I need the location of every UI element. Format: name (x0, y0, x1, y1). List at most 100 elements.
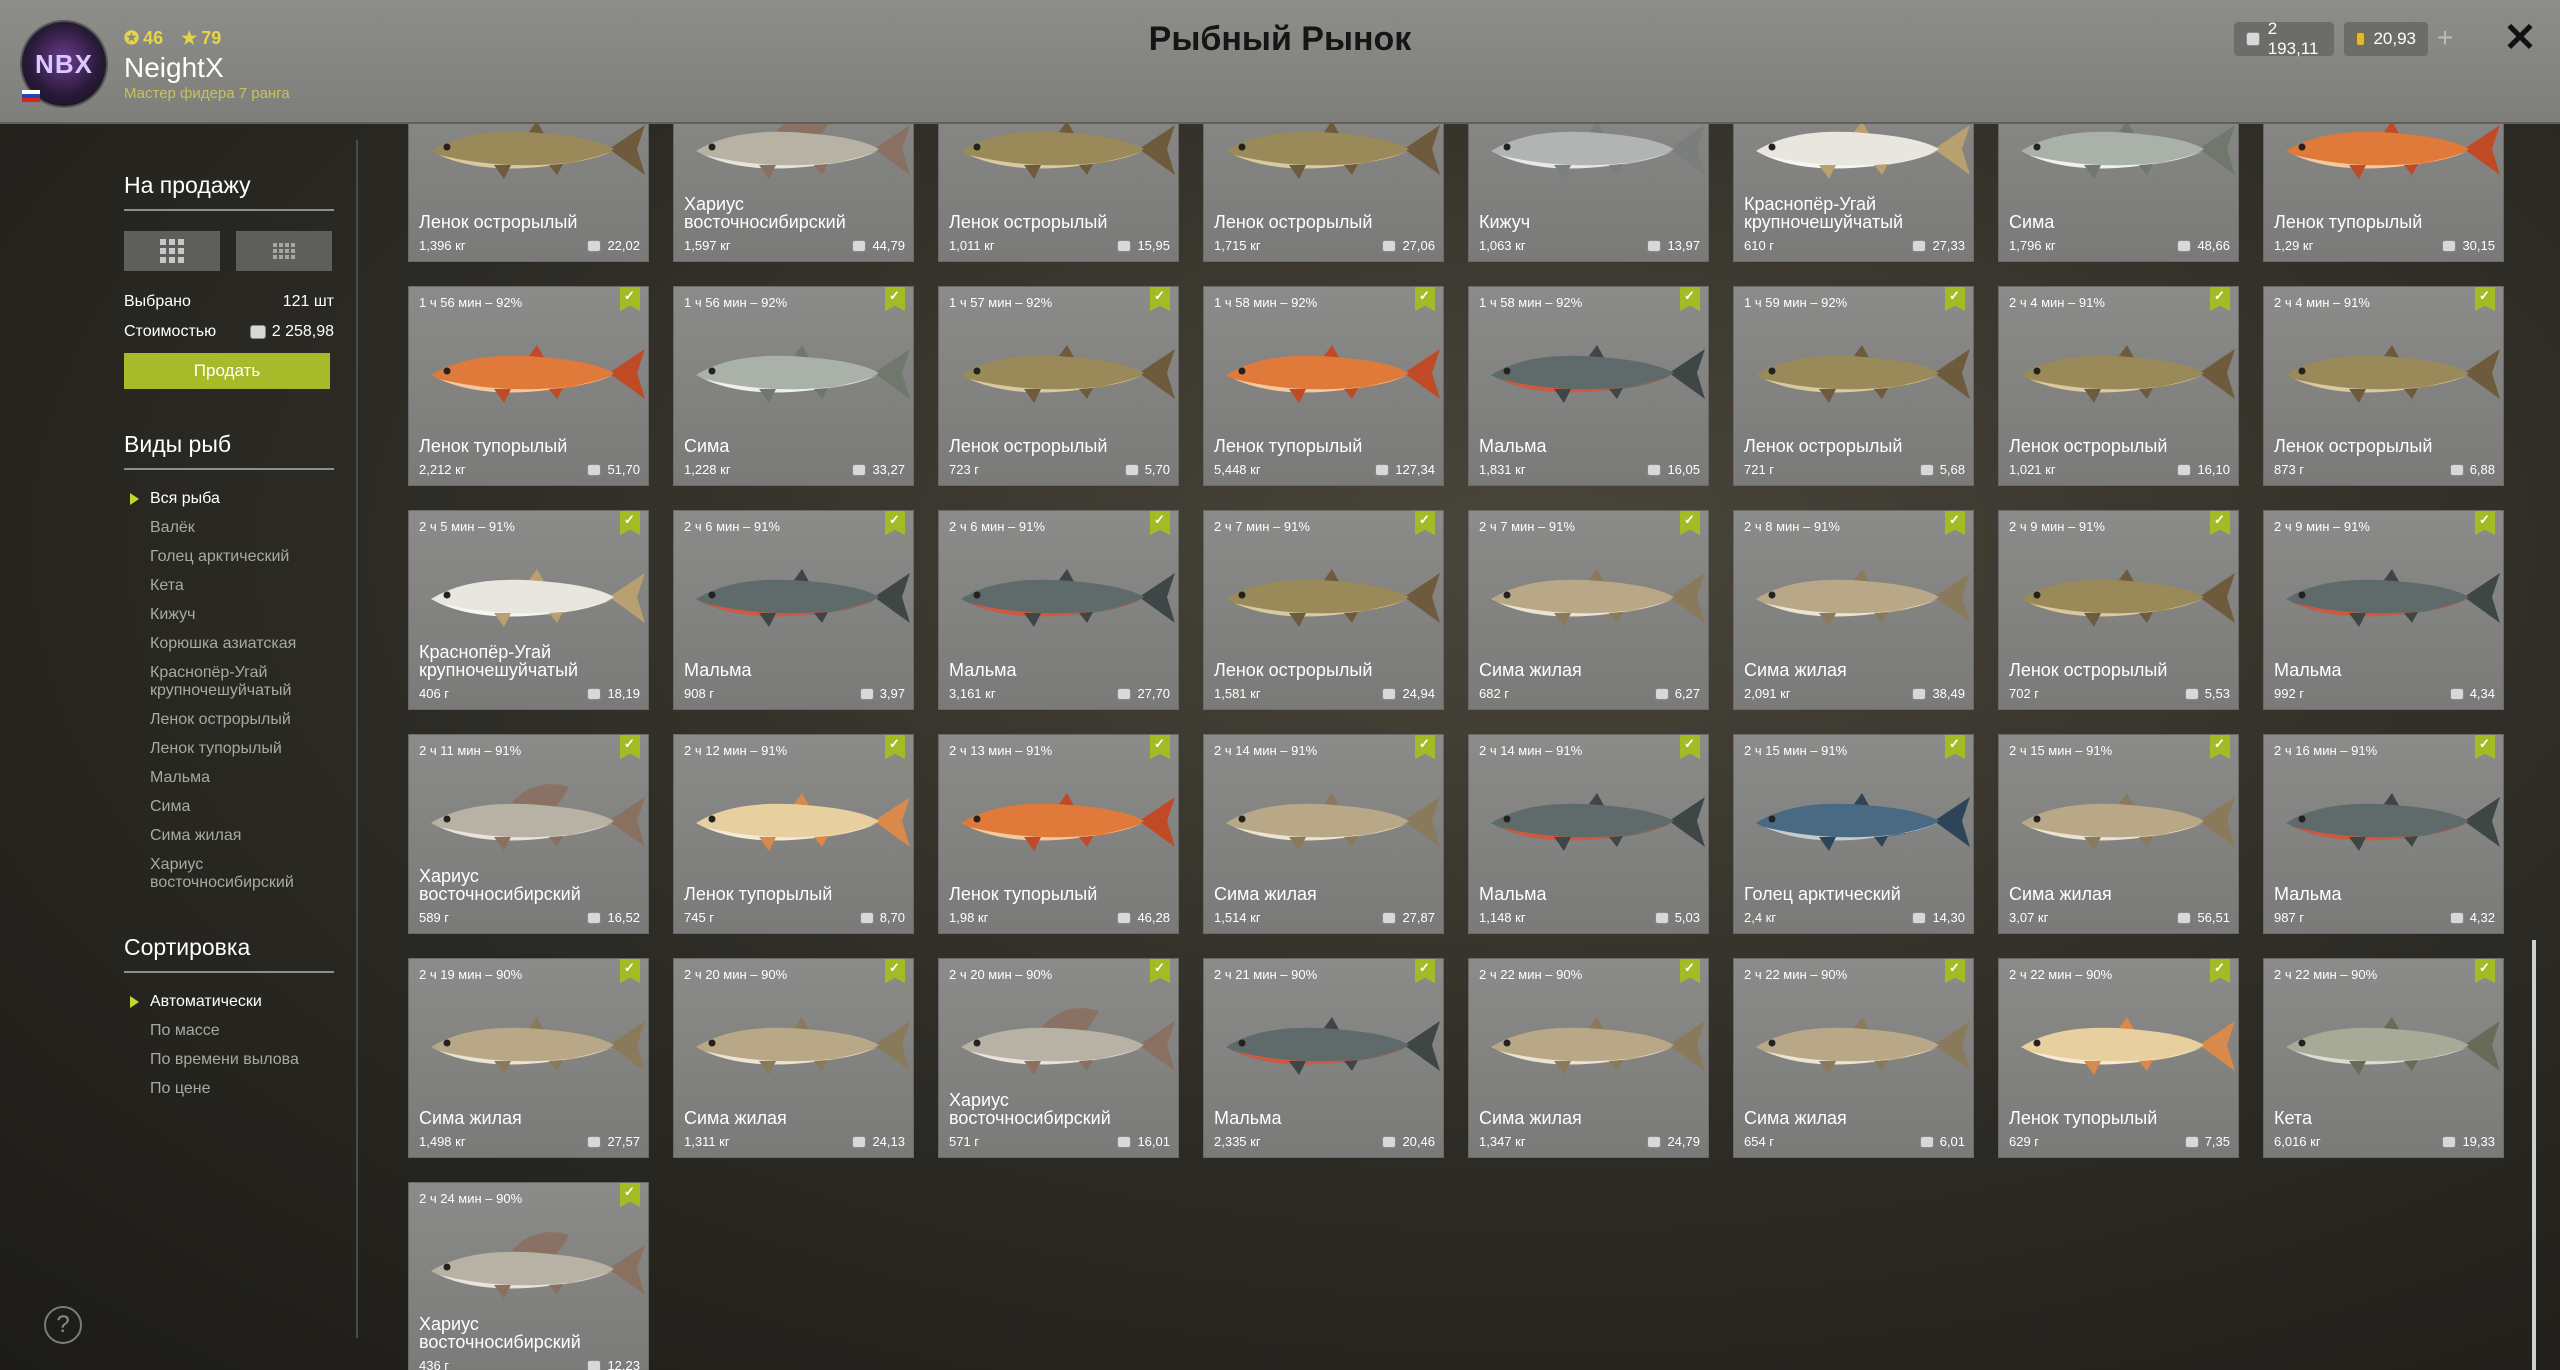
add-gold-button[interactable]: + (2430, 22, 2460, 56)
selected-check-icon[interactable] (1150, 735, 1170, 759)
selected-check-icon[interactable] (620, 735, 640, 759)
fish-card[interactable]: Сима 1,796 кг 48,66 (1998, 124, 2239, 262)
selected-check-icon[interactable] (2210, 735, 2230, 759)
fish-card[interactable]: 2 ч 9 мин – 91% Мальма 992 г 4,34 (2263, 510, 2504, 710)
silver-coin-icon (2449, 687, 2464, 700)
fish-card[interactable]: 2 ч 20 мин – 90% Сима жилая 1,311 кг 24,13 (673, 958, 914, 1158)
fish-card[interactable]: 2 ч 22 мин – 90% Сима жилая 654 г 6,01 (1733, 958, 1974, 1158)
fish-card[interactable]: 2 ч 4 мин – 91% Ленок острорылый 1,021 кг… (1998, 286, 2239, 486)
selected-check-icon[interactable] (1680, 735, 1700, 759)
fish-card[interactable]: 2 ч 8 мин – 91% Сима жилая 2,091 кг 38,49 (1733, 510, 1974, 710)
fish-card[interactable]: 2 ч 15 мин – 91% Голец арктический 2,4 кг… (1733, 734, 1974, 934)
selected-check-icon[interactable] (2210, 287, 2230, 311)
fish-card[interactable]: 2 ч 9 мин – 91% Ленок острорылый 702 г 5,5… (1998, 510, 2239, 710)
fish-card[interactable]: 2 ч 6 мин – 91% Мальма 908 г 3,97 (673, 510, 914, 710)
selected-check-icon[interactable] (2210, 959, 2230, 983)
fish-card[interactable]: 2 ч 13 мин – 91% Ленок тупорылый 1,98 кг 4… (938, 734, 1179, 934)
fish-card[interactable]: 2 ч 14 мин – 91% Мальма 1,148 кг 5,03 (1468, 734, 1709, 934)
fish-card[interactable]: 2 ч 20 мин – 90% Хариус восточносибирски… (938, 958, 1179, 1158)
fish-type-item[interactable]: Хариус восточносибирский (124, 856, 334, 892)
selected-check-icon[interactable] (1945, 287, 1965, 311)
fish-type-item[interactable]: Вся рыба (124, 490, 334, 508)
selected-check-icon[interactable] (620, 511, 640, 535)
large-grid-view-button[interactable] (124, 231, 220, 271)
fish-weight: 654 г (1744, 1134, 1775, 1149)
fish-card[interactable]: 2 ч 12 мин – 91% Ленок тупорылый 745 г 8,7… (673, 734, 914, 934)
fish-card[interactable]: 2 ч 6 мин – 91% Мальма 3,161 кг 27,70 (938, 510, 1179, 710)
fish-card[interactable]: Ленок острорылый 1,011 кг 15,95 (938, 124, 1179, 262)
selected-check-icon[interactable] (2210, 511, 2230, 535)
fish-card[interactable]: 2 ч 22 мин – 90% Кета 6,016 кг 19,33 (2263, 958, 2504, 1158)
help-button[interactable]: ? (44, 1306, 82, 1344)
selected-check-icon[interactable] (885, 735, 905, 759)
fish-type-item[interactable]: Корюшка азиатская (124, 635, 334, 653)
selected-check-icon[interactable] (1415, 511, 1435, 535)
fish-card[interactable]: 2 ч 19 мин – 90% Сима жилая 1,498 кг 27,57 (408, 958, 649, 1158)
fish-type-item[interactable]: Валёк (124, 519, 334, 537)
close-button[interactable]: ✕ (2500, 18, 2540, 58)
selected-check-icon[interactable] (1150, 959, 1170, 983)
fish-card[interactable]: Ленок тупорылый 1,29 кг 30,15 (2263, 124, 2504, 262)
fish-card[interactable]: 2 ч 14 мин – 91% Сима жилая 1,514 кг 27,87 (1203, 734, 1444, 934)
fish-type-item[interactable]: Ленок тупорылый (124, 740, 334, 758)
small-grid-view-button[interactable] (236, 231, 332, 271)
sort-option-item[interactable]: По массе (124, 1022, 334, 1040)
selected-check-icon[interactable] (885, 959, 905, 983)
selected-check-icon[interactable] (620, 1183, 640, 1207)
fish-card[interactable]: 1 ч 56 мин – 92% Ленок тупорылый 2,212 кг… (408, 286, 649, 486)
fish-card[interactable]: Кижуч 1,063 кг 13,97 (1468, 124, 1709, 262)
fish-type-item[interactable]: Кижуч (124, 606, 334, 624)
fish-card[interactable]: 2 ч 16 мин – 91% Мальма 987 г 4,32 (2263, 734, 2504, 934)
fish-type-item[interactable]: Голец арктический (124, 548, 334, 566)
fish-card[interactable]: 1 ч 58 мин – 92% Ленок тупорылый 5,448 кг… (1203, 286, 1444, 486)
selected-check-icon[interactable] (1945, 511, 1965, 535)
sell-button[interactable]: Продать (124, 353, 330, 389)
fish-card[interactable]: 2 ч 22 мин – 90% Сима жилая 1,347 кг 24,79 (1468, 958, 1709, 1158)
selected-check-icon[interactable] (2475, 511, 2495, 535)
sort-option-item[interactable]: Автоматически (124, 993, 334, 1011)
fish-card[interactable]: 2 ч 7 мин – 91% Ленок острорылый 1,581 кг… (1203, 510, 1444, 710)
selected-check-icon[interactable] (1150, 287, 1170, 311)
fish-type-item[interactable]: Краснопёр-Угай крупночешуйчатый (124, 664, 334, 700)
fish-card[interactable]: 2 ч 15 мин – 91% Сима жилая 3,07 кг 56,51 (1998, 734, 2239, 934)
sort-option-item[interactable]: По цене (124, 1080, 334, 1098)
fish-card[interactable]: 1 ч 57 мин – 92% Ленок острорылый 723 г 5,… (938, 286, 1179, 486)
fish-card[interactable]: Ленок острорылый 1,715 кг 27,06 (1203, 124, 1444, 262)
fish-card[interactable]: 2 ч 4 мин – 91% Ленок острорылый 873 г 6,8… (2263, 286, 2504, 486)
fish-card[interactable]: 2 ч 7 мин – 91% Сима жилая 682 г 6,27 (1468, 510, 1709, 710)
selected-check-icon[interactable] (1945, 959, 1965, 983)
fish-card[interactable]: 2 ч 5 мин – 91% Краснопёр-Угай крупночеш… (408, 510, 649, 710)
fish-card[interactable]: 2 ч 11 мин – 91% Хариус восточносибирски… (408, 734, 649, 934)
fish-type-item[interactable]: Сима (124, 798, 334, 816)
fish-type-item[interactable]: Ленок острорылый (124, 711, 334, 729)
selected-check-icon[interactable] (2475, 959, 2495, 983)
selected-check-icon[interactable] (1945, 735, 1965, 759)
scrollbar[interactable] (2532, 940, 2536, 1370)
selected-check-icon[interactable] (1680, 511, 1700, 535)
selected-check-icon[interactable] (1415, 287, 1435, 311)
fish-card[interactable]: 1 ч 56 мин – 92% Сима 1,228 кг 33,27 (673, 286, 914, 486)
selected-check-icon[interactable] (885, 287, 905, 311)
selected-check-icon[interactable] (1415, 735, 1435, 759)
fish-card[interactable]: 1 ч 58 мин – 92% Мальма 1,831 кг 16,05 (1468, 286, 1709, 486)
fish-card[interactable]: Хариус восточносибирский 1,597 кг 44,79 (673, 124, 914, 262)
fish-card[interactable]: 2 ч 24 мин – 90% Хариус восточносибирски… (408, 1182, 649, 1370)
fish-type-item[interactable]: Мальма (124, 769, 334, 787)
selected-check-icon[interactable] (1680, 287, 1700, 311)
selected-check-icon[interactable] (620, 959, 640, 983)
sort-option-item[interactable]: По времени вылова (124, 1051, 334, 1069)
selected-check-icon[interactable] (885, 511, 905, 535)
fish-card[interactable]: 1 ч 59 мин – 92% Ленок острорылый 721 г 5,… (1733, 286, 1974, 486)
fish-card[interactable]: Ленок острорылый 1,396 кг 22,02 (408, 124, 649, 262)
selected-check-icon[interactable] (620, 287, 640, 311)
fish-card[interactable]: 2 ч 22 мин – 90% Ленок тупорылый 629 г 7,3… (1998, 958, 2239, 1158)
selected-check-icon[interactable] (1150, 511, 1170, 535)
fish-type-item[interactable]: Кета (124, 577, 334, 595)
fish-card[interactable]: Краснопёр-Угай крупночешуйчатый 610 г 27,3… (1733, 124, 1974, 262)
selected-check-icon[interactable] (2475, 735, 2495, 759)
selected-check-icon[interactable] (1415, 959, 1435, 983)
selected-check-icon[interactable] (2475, 287, 2495, 311)
fish-card[interactable]: 2 ч 21 мин – 90% Мальма 2,335 кг 20,46 (1203, 958, 1444, 1158)
selected-check-icon[interactable] (1680, 959, 1700, 983)
fish-type-item[interactable]: Сима жилая (124, 827, 334, 845)
